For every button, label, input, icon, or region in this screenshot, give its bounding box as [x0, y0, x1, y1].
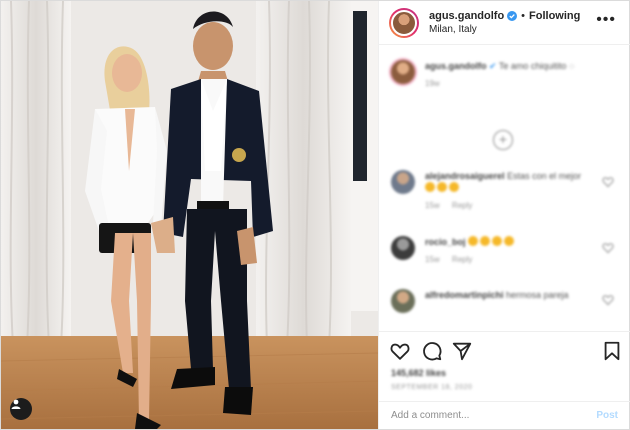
comment-time: 15w	[425, 201, 440, 210]
caption-body: agus.gandolfo ✔ Te amo chiquitito ◌ 19w	[425, 60, 595, 90]
comment-username[interactable]: alfredomartinpichi	[425, 290, 504, 300]
comment-text: Estas con el mejor	[507, 171, 582, 181]
emoji-icon	[449, 182, 459, 192]
user-tag-icon[interactable]	[10, 398, 32, 420]
comment-input[interactable]	[391, 410, 597, 421]
comment-row: alfredomartinpichi hermosa pareja	[391, 289, 595, 313]
emoji-icon	[468, 236, 479, 246]
emoji-icon	[504, 236, 515, 246]
story-ring[interactable]	[389, 7, 419, 38]
emoji-icon	[492, 236, 503, 246]
header-top-line: agus.gandolfo • Following	[429, 9, 580, 23]
comment-body: alejandrosaiguerel Estas con el mejor 15…	[425, 170, 595, 212]
comment-text: hermosa pareja	[506, 290, 569, 300]
comments-section[interactable]: agus.gandolfo ✔ Te amo chiquitito ◌ 19w …	[379, 46, 630, 331]
separator-dot: •	[521, 9, 526, 22]
caption-text: Te amo chiquitito	[498, 61, 567, 71]
likes-count[interactable]: 145,682 likes	[391, 368, 446, 378]
comment-row: rocio_boj 15w Reply	[391, 236, 595, 266]
verified-badge-icon	[507, 10, 518, 21]
post-header: agus.gandolfo • Following Milan, Italy •…	[379, 1, 630, 45]
comment-like-icon[interactable]	[602, 242, 614, 254]
comment-avatar[interactable]	[391, 236, 415, 260]
comment-like-icon[interactable]	[602, 176, 614, 188]
post-photo[interactable]	[1, 1, 378, 429]
comment-bubble-icon[interactable]	[421, 340, 443, 362]
emoji-icon	[480, 236, 491, 246]
caption-row: agus.gandolfo ✔ Te amo chiquitito ◌ 19w	[391, 60, 595, 90]
author-avatar[interactable]	[391, 9, 417, 36]
emoji-group	[425, 182, 461, 193]
comment-composer: Post	[379, 401, 630, 429]
reply-button[interactable]: Reply	[452, 255, 472, 264]
post-side-panel: agus.gandolfo • Following Milan, Italy •…	[378, 1, 630, 429]
header-text: agus.gandolfo • Following Milan, Italy	[429, 9, 580, 37]
share-paper-plane-icon[interactable]	[451, 340, 473, 362]
more-options-icon[interactable]: •••	[596, 11, 616, 29]
comment-avatar[interactable]	[391, 170, 415, 194]
author-username[interactable]: agus.gandolfo	[429, 9, 504, 23]
emoji-icon	[425, 182, 435, 192]
comment-body: alfredomartinpichi hermosa pareja	[425, 289, 595, 301]
post-actions: 145,682 likes SEPTEMBER 18, 2020	[379, 331, 630, 401]
post-image-illustration	[1, 1, 378, 429]
caption-verified-icon: ✔	[489, 61, 497, 71]
globe-icon: ◌	[568, 61, 575, 71]
follow-button[interactable]: Following	[529, 9, 580, 23]
caption-avatar[interactable]	[391, 60, 415, 84]
comment-avatar[interactable]	[391, 289, 415, 313]
instagram-post-dialog: agus.gandolfo • Following Milan, Italy •…	[0, 0, 630, 430]
comment-meta: 15w Reply	[425, 254, 595, 266]
comment-meta: 15w Reply	[425, 200, 595, 212]
comment-like-icon[interactable]	[602, 294, 614, 306]
load-more-comments-button[interactable]: +	[493, 130, 513, 150]
caption-username[interactable]: agus.gandolfo	[425, 61, 487, 71]
caption-time: 19w	[425, 79, 440, 88]
location-link[interactable]: Milan, Italy	[429, 23, 580, 37]
comment-username[interactable]: alejandrosaiguerel	[425, 171, 505, 181]
emoji-icon	[437, 182, 447, 192]
emoji-group	[468, 236, 516, 247]
comment-time: 15w	[425, 255, 440, 264]
like-heart-icon[interactable]	[389, 340, 411, 362]
reply-button[interactable]: Reply	[452, 201, 472, 210]
comment-username[interactable]: rocio_boj	[425, 237, 466, 247]
caption-meta: 19w	[425, 78, 595, 90]
post-comment-button[interactable]: Post	[596, 410, 618, 421]
comment-row: alejandrosaiguerel Estas con el mejor 15…	[391, 170, 595, 212]
post-date[interactable]: SEPTEMBER 18, 2020	[391, 384, 472, 391]
comment-body: rocio_boj 15w Reply	[425, 236, 595, 266]
person-icon	[11, 399, 21, 409]
save-bookmark-icon[interactable]	[601, 340, 623, 362]
